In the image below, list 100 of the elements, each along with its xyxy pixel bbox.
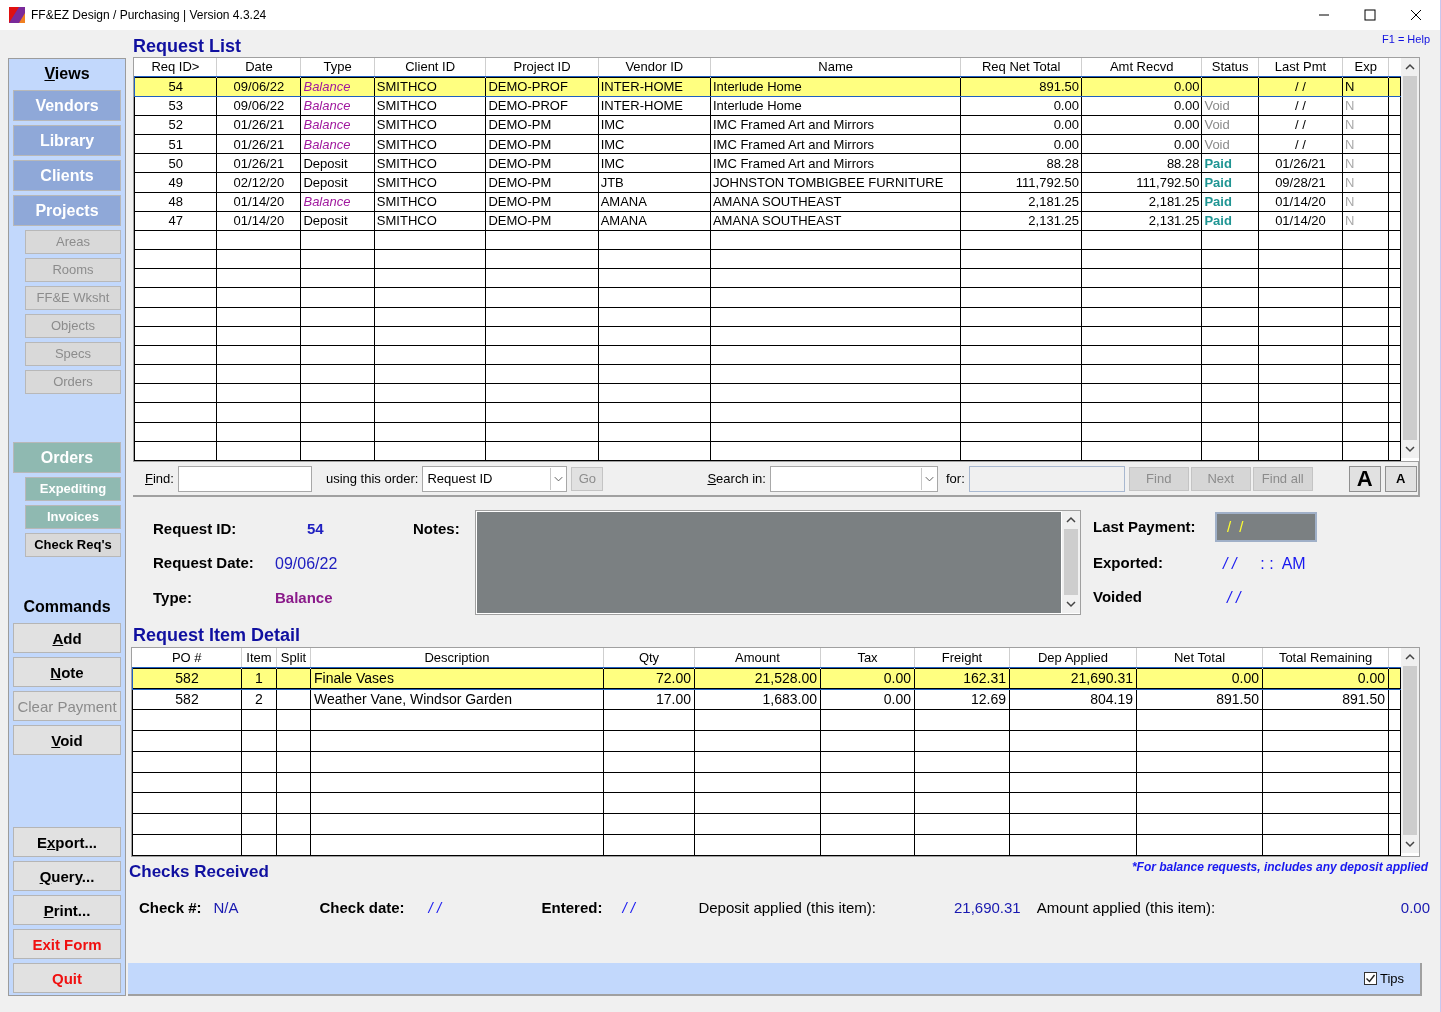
table-cell: 01/14/20 xyxy=(1275,194,1326,210)
table-cell: 111,792.50 xyxy=(1015,174,1079,190)
command-button[interactable]: Add xyxy=(13,623,121,653)
table-cell: 891.50 xyxy=(1216,691,1259,708)
table-cell: 1,683.00 xyxy=(762,691,817,708)
table-cell: Weather Vane, Windsor Garden xyxy=(314,691,512,708)
table-cell: Deposit xyxy=(303,174,348,190)
table-row[interactable]: 582 1 Finale Vases 72.00 21,528.00 0.00 162.31 21,690.31 0.00 0.00 xyxy=(132,668,1401,689)
find-field[interactable] xyxy=(177,465,312,492)
larger-font-button[interactable]: A xyxy=(1348,465,1381,492)
field-label: Type: xyxy=(153,587,193,608)
app-logo-icon xyxy=(9,7,25,23)
last-payment-field[interactable]: / / xyxy=(1215,512,1317,542)
scrollbar[interactable] xyxy=(1062,511,1080,613)
table-cell: Paid xyxy=(1204,155,1232,171)
command-button[interactable]: Export... xyxy=(13,827,121,857)
table-cell: AMANA SOUTHEAST xyxy=(712,194,842,210)
table-cell: / / xyxy=(1295,98,1306,114)
table-cell: SMITHCO xyxy=(376,117,437,133)
table-cell: 51 xyxy=(168,136,183,152)
scroll-down-icon[interactable] xyxy=(1066,600,1076,608)
field-value: 54 xyxy=(306,519,325,539)
table-cell: SMITHCO xyxy=(376,194,437,210)
command-button[interactable]: Print... xyxy=(13,895,121,925)
table-cell: SMITHCO xyxy=(376,155,437,171)
table-cell: 0.00 xyxy=(1053,136,1079,152)
tips-checkbox[interactable]: Tips xyxy=(1363,968,1404,989)
table-cell: AMANA xyxy=(600,213,647,229)
field-label: Check date: xyxy=(319,898,405,918)
close-icon[interactable] xyxy=(1410,9,1422,21)
table-cell: Paid xyxy=(1204,194,1232,210)
maximize-icon[interactable] xyxy=(1364,9,1376,21)
table-cell: 48 xyxy=(168,194,183,210)
table-cell: AMANA xyxy=(600,194,647,210)
table-cell: DEMO-PROF xyxy=(488,79,568,95)
table-cell: Balance xyxy=(303,117,351,133)
table-cell: 162.31 xyxy=(963,670,1006,687)
table-cell: Paid xyxy=(1204,174,1232,190)
footnote: *For balance requests, includes any deposit applied xyxy=(1131,859,1428,876)
scroll-down-icon[interactable] xyxy=(1405,840,1415,848)
table-row[interactable]: 53 09/06/22 Balance SMITHCO DEMO-PROF INTER-HOME Interlude Home 0.00 0.00 Void / / N xyxy=(134,96,1401,116)
table-row[interactable]: 48 01/14/20 Balance SMITHCO DEMO-PM AMANA AMANA SOUTHEAST 2,181.25 2,181.25 Paid 01/14/20 N xyxy=(134,192,1401,212)
table-cell: N xyxy=(1345,117,1355,133)
order-label: using this order: xyxy=(325,469,419,488)
table-cell: / / xyxy=(1295,136,1306,152)
table-cell: / / xyxy=(1295,117,1306,133)
table-row[interactable]: 50 01/26/21 Deposit SMITHCO DEMO-PM IMC IMC Framed Art and Mirrors 88.28 88.28 Paid 01/26/21 N xyxy=(134,153,1401,173)
scroll-up-icon[interactable] xyxy=(1405,63,1416,71)
field-label: Deposit applied (this item): xyxy=(698,898,876,918)
table-row[interactable]: 49 02/12/20 Deposit SMITHCO DEMO-PM JTB JOHNSTON TOMBIGBEE FURNITURE 111,792.50 111,792.50 Paid 09/28/21 N xyxy=(134,172,1401,193)
table-row[interactable]: 582 2 Weather Vane, Windsor Garden 17.00 1,683.00 0.00 12.69 804.19 891.50 891.50 xyxy=(132,688,1401,710)
table-cell: 02/12/20 xyxy=(233,174,285,190)
table-cell: DEMO-PM xyxy=(488,136,552,152)
table-cell: 09/06/22 xyxy=(233,98,285,114)
table-cell: 01/26/21 xyxy=(1275,155,1326,171)
table-cell: 0.00 xyxy=(1053,98,1079,114)
table-cell: 88.28 xyxy=(1046,155,1079,171)
table-cell: 50 xyxy=(168,155,183,171)
field-value: 09/06/22 xyxy=(275,553,339,574)
table-cell: 17.00 xyxy=(655,691,691,708)
table-row[interactable]: 52 01/26/21 Balance SMITHCO DEMO-PM IMC IMC Framed Art and Mirrors 0.00 0.00 Void / / N xyxy=(134,115,1401,135)
command-button[interactable]: Void xyxy=(13,725,121,755)
window-title: FF&EZ Design / Purchasing | Version 4.3.24 xyxy=(31,7,267,24)
field-label: Request ID: xyxy=(153,519,238,539)
find-label: Find: xyxy=(145,469,174,488)
table-cell: 2,181.25 xyxy=(1148,194,1200,210)
table-cell: N xyxy=(1345,98,1355,114)
table-cell: 0.00 xyxy=(1174,79,1200,95)
notes-field[interactable] xyxy=(475,510,1081,615)
search-for-field[interactable] xyxy=(968,465,1125,492)
table-cell: N xyxy=(1345,155,1355,171)
table-row[interactable]: 47 01/14/20 Deposit SMITHCO DEMO-PM AMANA AMANA SOUTHEAST 2,131.25 2,131.25 Paid 01/14/20 N xyxy=(134,211,1401,231)
table-cell: N xyxy=(1345,79,1355,95)
command-button[interactable]: Query... xyxy=(13,861,121,891)
table-cell: JOHNSTON TOMBIGBEE FURNITURE xyxy=(712,174,944,190)
table-cell: 891.50 xyxy=(1039,79,1079,95)
smaller-font-button[interactable]: A xyxy=(1384,465,1417,492)
table-cell: Void xyxy=(1204,117,1230,133)
order-dropdown[interactable]: Request ID xyxy=(422,465,568,492)
scrollbar[interactable] xyxy=(1401,648,1419,853)
table-cell: Deposit xyxy=(303,155,348,171)
view-button[interactable]: Check Req's xyxy=(25,533,121,557)
table-row[interactable]: 51 01/26/21 Balance SMITHCO DEMO-PM IMC IMC Framed Art and Mirrors 0.00 0.00 Void / / N xyxy=(134,134,1401,154)
field-value: 21,690.31 xyxy=(954,898,1021,918)
table-cell: Finale Vases xyxy=(314,670,394,687)
table-cell: Balance xyxy=(303,136,351,152)
table-cell: N xyxy=(1345,213,1355,229)
scroll-down-icon[interactable] xyxy=(1405,445,1416,453)
scroll-up-icon[interactable] xyxy=(1066,516,1076,524)
table-cell: 0.00 xyxy=(1053,117,1079,133)
scrollbar[interactable] xyxy=(1401,58,1419,458)
command-button[interactable]: Note xyxy=(13,657,121,687)
table-cell: DEMO-PM xyxy=(488,117,552,133)
table-cell: 0.00 xyxy=(1231,670,1259,687)
table-cell: 0.00 xyxy=(1174,98,1200,114)
table-row[interactable]: 54 09/06/22 Balance SMITHCO DEMO-PROF INTER-HOME Interlude Home 891.50 0.00 / / N xyxy=(134,77,1401,97)
scroll-up-icon[interactable] xyxy=(1405,653,1415,661)
table-cell: IMC Framed Art and Mirrors xyxy=(712,155,875,171)
table-cell: 49 xyxy=(168,174,183,190)
field-label: Last Payment: xyxy=(1093,516,1197,537)
